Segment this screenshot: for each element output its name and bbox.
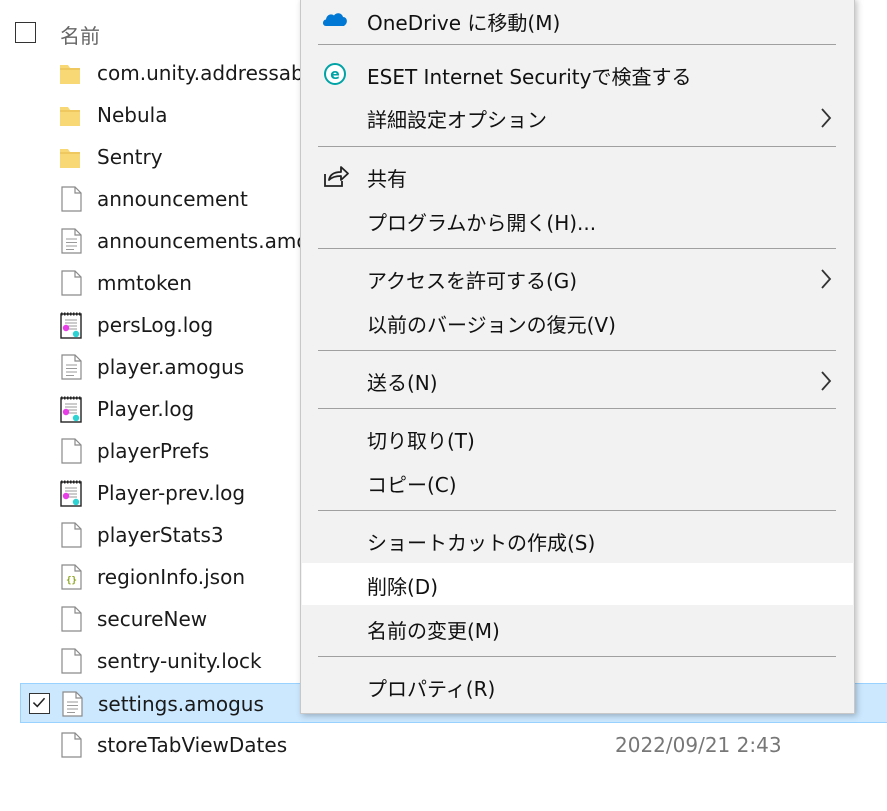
menu-item-give-access[interactable]: アクセスを許可する(G): [302, 257, 853, 299]
menu-item-label: ショートカットの作成(S): [367, 531, 596, 555]
chevron-right-icon: [821, 108, 832, 128]
menu-item-label: コピー(C): [367, 473, 457, 497]
file-name: regionInfo.json: [97, 565, 245, 589]
file-name: persLog.log: [97, 313, 214, 337]
menu-separator: [318, 248, 836, 249]
folder-icon: [58, 143, 84, 171]
menu-item-label: ESET Internet Securityで検査する: [367, 65, 692, 89]
menu-item-restore-previous-versions[interactable]: 以前のバージョンの復元(V): [302, 301, 853, 343]
notepad-log-icon: [58, 479, 84, 507]
file-icon: [58, 605, 84, 633]
column-header-name[interactable]: 名前: [60, 20, 100, 49]
file-name: mmtoken: [97, 271, 192, 295]
menu-item-open-with[interactable]: プログラムから開く(H)...: [302, 199, 853, 241]
menu-item-copy[interactable]: コピー(C): [302, 461, 853, 503]
menu-item-label: アクセスを許可する(G): [367, 269, 578, 293]
menu-item-label: 削除(D): [367, 575, 439, 599]
menu-separator: [318, 656, 836, 657]
file-icon: [58, 185, 84, 213]
menu-item-rename[interactable]: 名前の変更(M): [302, 607, 853, 649]
row-checkbox[interactable]: [29, 693, 50, 714]
file-icon: [58, 269, 84, 297]
menu-item-create-shortcut[interactable]: ショートカットの作成(S): [302, 519, 853, 561]
file-name: playerPrefs: [97, 439, 210, 463]
menu-item-label: 共有: [367, 167, 407, 191]
folder-icon: [58, 59, 84, 87]
menu-item-label: 切り取り(T): [367, 429, 475, 453]
checkmark-icon: [32, 697, 46, 708]
svg-text:e: e: [330, 67, 340, 83]
header-select-all-checkbox[interactable]: [15, 22, 36, 43]
file-name: Player.log: [97, 397, 195, 421]
file-name: storeTabViewDates: [97, 733, 288, 757]
menu-separator: [318, 350, 836, 351]
menu-item-label: OneDrive に移動(M): [367, 11, 561, 35]
folder-icon: [58, 101, 84, 129]
menu-item-eset-scan[interactable]: e ESET Internet Securityで検査する: [302, 53, 853, 95]
file-name: secureNew: [97, 607, 208, 631]
notepad-log-icon: [58, 395, 84, 423]
notepad-log-icon: [58, 311, 84, 339]
context-menu: OneDrive に移動(M) e ESET Internet Security…: [300, 0, 855, 714]
menu-item-onedrive-move[interactable]: OneDrive に移動(M): [302, 0, 853, 41]
file-icon: [58, 521, 84, 549]
menu-item-advanced-options[interactable]: 詳細設定オプション: [302, 96, 853, 138]
text-file-icon: [59, 690, 85, 718]
file-icon: [58, 731, 84, 759]
menu-item-send-to[interactable]: 送る(N): [302, 359, 853, 401]
menu-separator: [318, 510, 836, 511]
text-file-icon: [58, 353, 84, 381]
menu-item-label: プログラムから開く(H)...: [367, 211, 597, 235]
file-name: announcement: [97, 187, 248, 211]
file-name: com.unity.addressables: [97, 61, 332, 85]
file-row[interactable]: storeTabViewDates 2022/09/21 2:43: [20, 725, 887, 765]
menu-item-cut[interactable]: 切り取り(T): [302, 417, 853, 459]
chevron-right-icon: [821, 371, 832, 391]
file-name: player.amogus: [97, 355, 245, 379]
file-name: Sentry: [97, 145, 163, 169]
menu-item-label: プロパティ(R): [367, 677, 496, 701]
json-file-icon: {}: [58, 563, 84, 591]
text-file-icon: [58, 227, 84, 255]
menu-item-label: 以前のバージョンの復元(V): [367, 313, 616, 337]
file-icon: [58, 437, 84, 465]
menu-separator: [318, 146, 836, 147]
file-name: settings.amogus: [98, 692, 264, 716]
file-icon: [58, 647, 84, 675]
menu-item-properties[interactable]: プロパティ(R): [302, 665, 853, 707]
menu-separator: [318, 44, 836, 45]
share-icon: [324, 166, 349, 187]
menu-separator: [318, 408, 836, 409]
menu-item-label: 送る(N): [367, 371, 438, 395]
chevron-right-icon: [821, 269, 832, 289]
file-name: sentry-unity.lock: [97, 649, 262, 673]
file-name: playerStats3: [97, 523, 224, 547]
file-name: Player-prev.log: [97, 481, 246, 505]
file-date-modified: 2022/09/21 2:43: [615, 733, 782, 757]
menu-item-share[interactable]: 共有: [302, 155, 853, 197]
menu-item-delete[interactable]: 削除(D): [302, 563, 853, 605]
menu-item-label: 名前の変更(M): [367, 619, 500, 643]
file-name: Nebula: [97, 103, 168, 127]
menu-item-label: 詳細設定オプション: [367, 108, 547, 132]
onedrive-cloud-icon: [323, 13, 347, 26]
eset-icon: e: [324, 63, 346, 85]
svg-text:{}: {}: [66, 576, 77, 586]
